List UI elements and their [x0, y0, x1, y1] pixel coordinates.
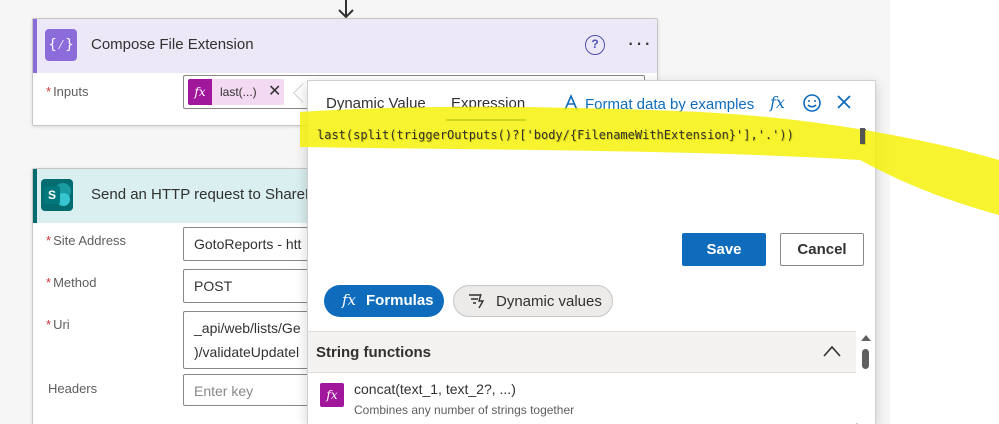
- fx-icon: fx: [342, 291, 357, 309]
- token-label: last(...): [220, 85, 257, 99]
- sharepoint-card-title[interactable]: Send an HTTP request to SharePoint: [91, 186, 317, 203]
- function-description: Combines any number of strings together: [354, 403, 575, 417]
- tab-expression[interactable]: Expression: [451, 95, 525, 112]
- cancel-button[interactable]: Cancel: [780, 233, 864, 266]
- fx-icon: fx: [320, 383, 344, 407]
- close-icon[interactable]: [836, 94, 852, 110]
- canvas-right-panel: [890, 0, 999, 424]
- more-options-icon[interactable]: ···: [627, 32, 652, 54]
- scroll-up-icon[interactable]: [861, 335, 871, 341]
- editor-cursor: [860, 128, 865, 144]
- list-scrollbar[interactable]: [858, 331, 875, 424]
- compose-icon: {⁄}: [45, 29, 77, 61]
- function-name: concat(text_1, text_2?, ...): [354, 381, 516, 397]
- site-address-label: * Site Address: [46, 233, 127, 248]
- method-select[interactable]: POST: [183, 269, 317, 303]
- site-address-input[interactable]: GotoReports - htt: [183, 227, 317, 261]
- down-arrow-icon: [338, 0, 354, 19]
- sharepoint-action-card[interactable]: S Send an HTTP request to SharePoint * Si…: [32, 168, 318, 424]
- token-remove-icon[interactable]: ✕: [268, 81, 281, 101]
- fx-icon: fx: [188, 79, 212, 105]
- compose-card-title[interactable]: Compose File Extension: [91, 36, 254, 53]
- format-data-icon[interactable]: [563, 93, 579, 117]
- section-title: String functions: [316, 344, 431, 361]
- active-tab-indicator: [446, 119, 526, 121]
- help-icon[interactable]: ?: [585, 35, 605, 55]
- expression-token[interactable]: fx last(...) ✕: [188, 79, 284, 105]
- headers-key-input[interactable]: Enter key: [183, 374, 317, 406]
- fx-icon[interactable]: fx: [770, 93, 785, 112]
- uri-input[interactable]: _api/web/lists/Ge )/validateUpdatel: [183, 311, 317, 369]
- dynamic-values-pill[interactable]: Dynamic values: [453, 285, 613, 317]
- string-functions-header[interactable]: String functions: [308, 331, 856, 373]
- function-list-item[interactable]: fx concat(text_1, text_2?, ...) Combines…: [308, 375, 856, 424]
- expression-text-overlay: last(split(triggerOutputs()?['body/{File…: [317, 128, 794, 142]
- method-label: * Method: [46, 275, 97, 290]
- scroll-thumb[interactable]: [862, 349, 869, 369]
- dynamic-values-pill-label: Dynamic values: [496, 293, 602, 310]
- inputs-label: * Inputs: [46, 84, 89, 99]
- compose-card-header[interactable]: {⁄} Compose File Extension ? ···: [33, 19, 657, 73]
- save-button[interactable]: Save: [682, 233, 766, 266]
- formulas-pill-label: Formulas: [366, 292, 434, 309]
- chevron-up-icon[interactable]: [823, 345, 841, 357]
- uri-label: * Uri: [46, 317, 70, 332]
- formulas-pill[interactable]: fx Formulas: [324, 285, 444, 317]
- tab-dynamic-value[interactable]: Dynamic Value: [326, 95, 426, 112]
- dynamic-values-icon: [469, 293, 485, 309]
- smile-icon[interactable]: [803, 94, 821, 112]
- sharepoint-card-header[interactable]: S Send an HTTP request to SharePoint: [33, 169, 317, 223]
- headers-label: Headers: [48, 381, 98, 396]
- sharepoint-icon: S: [41, 179, 73, 211]
- format-data-link[interactable]: Format data by examples: [585, 96, 754, 113]
